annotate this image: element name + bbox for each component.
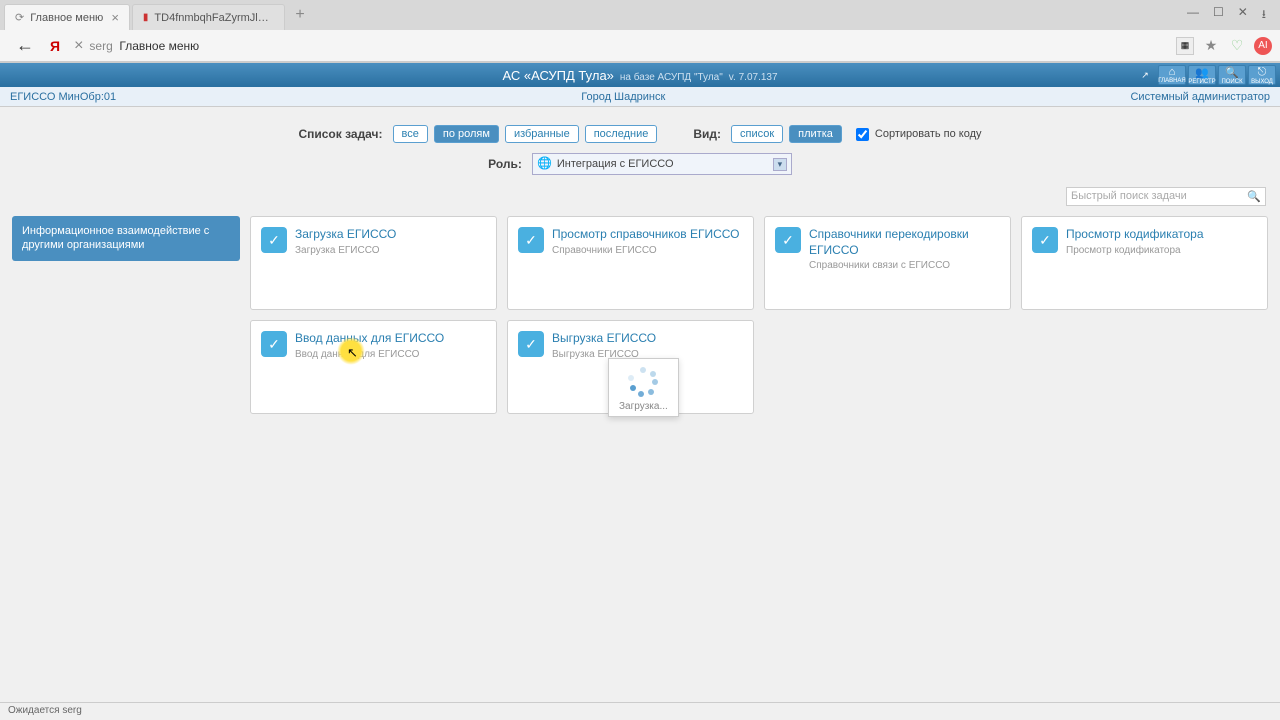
tile-sub: Справочники ЕГИССО bbox=[552, 245, 743, 256]
tile-title: Просмотр справочников ЕГИССО bbox=[552, 227, 743, 243]
address-text[interactable]: serg Главное меню bbox=[89, 39, 199, 53]
city-name: Город Шадринск bbox=[116, 91, 1130, 103]
close-button[interactable]: ✕ bbox=[1238, 5, 1248, 26]
app-version: v. 7.07.137 bbox=[729, 72, 778, 83]
tile-title: Ввод данных для ЕГИССО bbox=[295, 331, 486, 347]
browser-tab-inactive[interactable]: ▮ TD4fnmbqhFaZyrmJlS0gCSj bbox=[132, 4, 286, 30]
user-role: Системный администратор bbox=[1130, 91, 1270, 103]
pdf-icon: ▮ bbox=[143, 12, 149, 23]
window-controls: — ☐ ✕ ⭳ bbox=[1187, 5, 1276, 26]
search-icon[interactable]: 🔍 bbox=[1247, 190, 1261, 203]
browser-tab-active[interactable]: ⟳ Главное меню × bbox=[4, 4, 130, 30]
tile-title: Справочники перекодировки ЕГИССО bbox=[809, 227, 1000, 258]
address-bar: ← Я × serg Главное меню ▦ ★ ♡ АI bbox=[0, 30, 1280, 62]
dropdown-icon[interactable]: ▾ bbox=[773, 158, 787, 171]
header-nav: ↗ ⌂ГЛАВНАЯ 👥РЕГИСТР 🔍ПОИСК ⎋ВЫХОД bbox=[1134, 65, 1280, 85]
role-select[interactable]: 🌐 Интеграция с ЕГИССО ▾ bbox=[532, 153, 792, 175]
ext-icon[interactable]: ▦ bbox=[1176, 37, 1194, 55]
tile-input-data[interactable]: ✓ Ввод данных для ЕГИССО Ввод данных для… bbox=[250, 320, 497, 414]
view-label: Вид: bbox=[693, 127, 721, 141]
filter-by-role[interactable]: по ролям bbox=[434, 125, 499, 143]
filter-favorites[interactable]: избранные bbox=[505, 125, 579, 143]
maximize-button[interactable]: ☐ bbox=[1213, 5, 1224, 26]
status-text: Ожидается serg bbox=[8, 705, 82, 716]
nav-exit[interactable]: ⎋ВЫХОД bbox=[1248, 65, 1276, 85]
tile-title: Загрузка ЕГИССО bbox=[295, 227, 486, 243]
external-link-icon[interactable]: ↗ bbox=[1134, 65, 1156, 85]
status-bar: Ожидается serg bbox=[0, 702, 1280, 720]
new-tab-button[interactable]: + bbox=[287, 6, 312, 24]
spinner-icon bbox=[628, 367, 658, 397]
nav-home[interactable]: ⌂ГЛАВНАЯ bbox=[1158, 65, 1186, 85]
tile-sub: Справочники связи с ЕГИССО bbox=[809, 260, 1000, 271]
address-icons: ▦ ★ ♡ АI bbox=[1176, 37, 1272, 55]
tile-title: Просмотр кодификатора bbox=[1066, 227, 1257, 243]
check-icon: ✓ bbox=[1032, 227, 1058, 253]
check-icon: ✓ bbox=[261, 227, 287, 253]
sort-label: Сортировать по коду bbox=[875, 128, 982, 140]
check-icon: ✓ bbox=[261, 331, 287, 357]
quick-search-input[interactable]: Быстрый поиск задачи 🔍 bbox=[1066, 187, 1266, 206]
toolbar: Список задач: все по ролям избранные пос… bbox=[0, 107, 1280, 183]
task-list-label: Список задач: bbox=[298, 127, 382, 141]
download-button[interactable]: ⭳ bbox=[1262, 5, 1266, 26]
bookmark-icon[interactable]: ★ bbox=[1202, 37, 1220, 55]
shield-icon[interactable]: ♡ bbox=[1228, 37, 1246, 55]
tab-label: TD4fnmbqhFaZyrmJlS0gCSj bbox=[154, 12, 274, 24]
tile-sub: Ввод данных для ЕГИССО bbox=[295, 349, 486, 360]
tab-spinner-icon: ⟳ bbox=[15, 11, 24, 24]
filter-recent[interactable]: последние bbox=[585, 125, 658, 143]
browser-chrome: ⟳ Главное меню × ▮ TD4fnmbqhFaZyrmJlS0gC… bbox=[0, 0, 1280, 63]
check-icon: ✓ bbox=[775, 227, 801, 253]
browser-tabs: ⟳ Главное меню × ▮ TD4fnmbqhFaZyrmJlS0gC… bbox=[0, 0, 1280, 30]
stop-button[interactable]: × bbox=[68, 37, 89, 55]
nav-search[interactable]: 🔍ПОИСК bbox=[1218, 65, 1246, 85]
tile-recode-dictionaries[interactable]: ✓ Справочники перекодировки ЕГИССО Справ… bbox=[764, 216, 1011, 310]
view-tiles[interactable]: плитка bbox=[789, 125, 842, 143]
app-subtitle: на базе АСУПД "Тула" bbox=[620, 72, 723, 83]
org-code: ЕГИССО МинОбр:01 bbox=[10, 91, 116, 103]
globe-icon: 🌐 bbox=[537, 156, 553, 172]
minimize-button[interactable]: — bbox=[1187, 5, 1199, 26]
nav-register[interactable]: 👥РЕГИСТР bbox=[1188, 65, 1216, 85]
search-placeholder: Быстрый поиск задачи bbox=[1071, 190, 1187, 203]
sidebar-item-info-exchange[interactable]: Информационное взаимодействие с другими … bbox=[12, 216, 240, 261]
tab-close-icon[interactable]: × bbox=[111, 10, 119, 25]
loading-text: Загрузка... bbox=[619, 401, 668, 412]
tile-load-egisso[interactable]: ✓ Загрузка ЕГИССО Загрузка ЕГИССО bbox=[250, 216, 497, 310]
back-button[interactable]: ← bbox=[8, 35, 42, 56]
loading-popup: Загрузка... bbox=[608, 358, 679, 417]
filter-all[interactable]: все bbox=[393, 125, 428, 143]
app-subheader: ЕГИССО МинОбр:01 Город Шадринск Системны… bbox=[0, 87, 1280, 107]
tile-sub: Загрузка ЕГИССО bbox=[295, 245, 486, 256]
tile-grid: ✓ Загрузка ЕГИССО Загрузка ЕГИССО ✓ Прос… bbox=[250, 216, 1268, 414]
view-list[interactable]: список bbox=[731, 125, 783, 143]
yandex-icon[interactable]: Я bbox=[42, 38, 68, 54]
sort-checkbox[interactable] bbox=[856, 128, 869, 141]
tile-sub: Просмотр кодификатора bbox=[1066, 245, 1257, 256]
tile-view-dictionaries[interactable]: ✓ Просмотр справочников ЕГИССО Справочни… bbox=[507, 216, 754, 310]
tile-view-codifier[interactable]: ✓ Просмотр кодификатора Просмотр кодифик… bbox=[1021, 216, 1268, 310]
check-icon: ✓ bbox=[518, 227, 544, 253]
tile-title: Выгрузка ЕГИССО bbox=[552, 331, 743, 347]
avatar-icon[interactable]: АI bbox=[1254, 37, 1272, 55]
role-value: Интеграция с ЕГИССО bbox=[557, 158, 674, 170]
app-header: АС «АСУПД Тула» на базе АСУПД "Тула" v. … bbox=[0, 63, 1280, 87]
app-title: АС «АСУПД Тула» bbox=[502, 68, 613, 83]
role-label: Роль: bbox=[488, 157, 522, 171]
sidebar: Информационное взаимодействие с другими … bbox=[12, 216, 240, 414]
check-icon: ✓ bbox=[518, 331, 544, 357]
tab-label: Главное меню bbox=[30, 12, 103, 24]
